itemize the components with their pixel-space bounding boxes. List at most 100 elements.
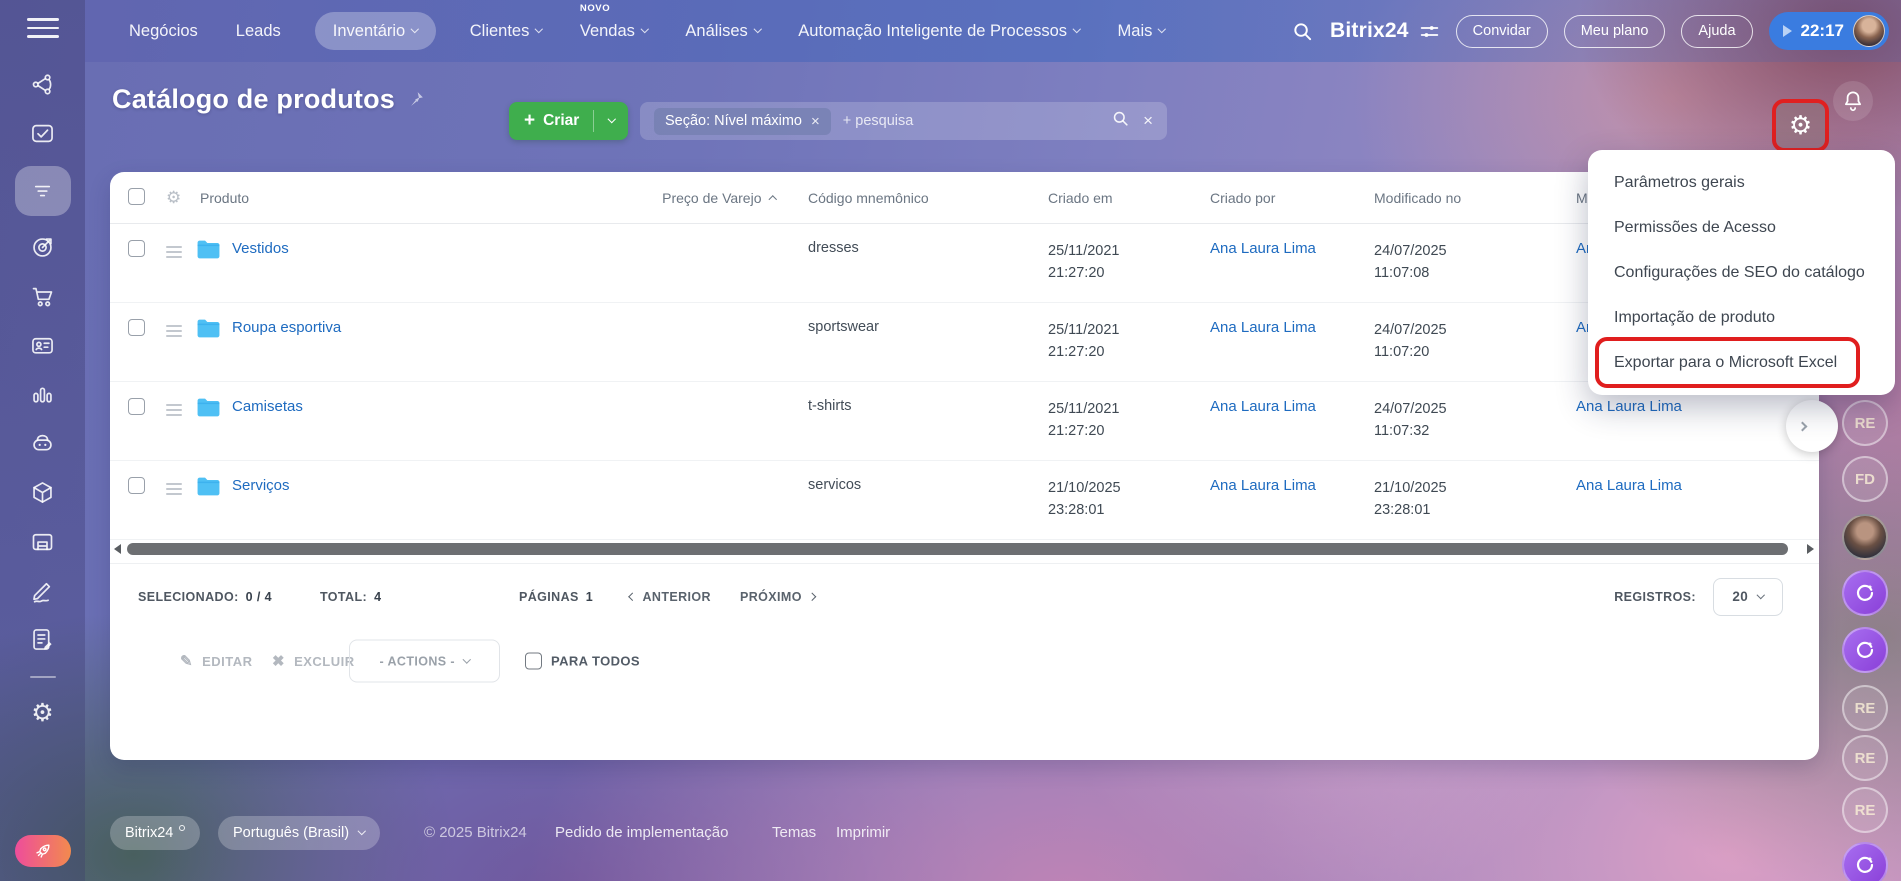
previous-page-button[interactable]: ANTERIOR	[630, 590, 711, 604]
product-link[interactable]: Roupa esportiva	[232, 319, 341, 336]
initials-avatar[interactable]: RE	[1842, 685, 1888, 731]
for-all-toggle[interactable]: PARA TODOS	[525, 653, 640, 670]
column-header-price[interactable]: Preço de Varejo	[562, 190, 775, 206]
create-button[interactable]: + Criar	[509, 102, 628, 140]
column-header-modified-at[interactable]: Modificado no	[1374, 190, 1576, 206]
drag-handle-icon[interactable]	[166, 382, 196, 460]
drag-handle-icon[interactable]	[166, 461, 196, 539]
invite-button[interactable]: Convidar	[1456, 15, 1548, 48]
pin-icon[interactable]	[407, 84, 426, 115]
themes-link[interactable]: Temas	[772, 824, 816, 841]
product-link[interactable]: Vestidos	[232, 240, 289, 257]
user-link[interactable]: Ana Laura Lima	[1210, 240, 1316, 257]
crm-funnel-icon[interactable]	[15, 166, 71, 216]
photo-avatar[interactable]	[1842, 514, 1888, 560]
records-select[interactable]: 20	[1713, 578, 1783, 616]
inventory-box-icon[interactable]	[26, 476, 60, 510]
nav-item-automa-o-inteligente-de-processos[interactable]: Automação Inteligente de Processos	[794, 12, 1083, 50]
network-icon[interactable]	[26, 68, 60, 102]
initials-avatar[interactable]: RE	[1842, 735, 1888, 781]
filter-clear-icon[interactable]: ×	[1143, 111, 1153, 131]
implementation-link[interactable]: Pedido de implementação	[555, 824, 728, 841]
sign-pencil-icon[interactable]	[26, 574, 60, 608]
column-header-created-at[interactable]: Criado em	[1048, 190, 1210, 206]
copilot-avatar[interactable]	[1842, 842, 1888, 881]
contact-card-icon[interactable]	[26, 329, 60, 363]
menu-item-configura-es-de-seo-do-cat-logo[interactable]: Configurações de SEO do catálogo	[1588, 250, 1895, 295]
initials-avatar[interactable]: RE	[1842, 400, 1888, 446]
row-checkbox[interactable]	[128, 240, 145, 257]
select-all-checkbox[interactable]	[128, 188, 145, 205]
ai-robot-icon[interactable]	[26, 427, 60, 461]
copilot-avatar[interactable]	[1842, 627, 1888, 673]
scroll-right-arrow[interactable]	[1807, 544, 1814, 554]
chip-remove-icon[interactable]: ×	[811, 113, 820, 130]
scroll-left-arrow[interactable]	[114, 544, 121, 554]
user-link[interactable]: Ana Laura Lima	[1576, 398, 1682, 415]
menu-item-par-metros-gerais[interactable]: Parâmetros gerais	[1588, 160, 1895, 205]
print-link[interactable]: Imprimir	[836, 824, 890, 841]
row-checkbox[interactable]	[128, 319, 145, 336]
modified-at-cell: 24/07/202511:07:20	[1374, 303, 1576, 381]
rocket-icon[interactable]	[15, 835, 71, 867]
analytics-bars-icon[interactable]	[26, 378, 60, 412]
nav-item-mais[interactable]: Mais	[1114, 12, 1169, 50]
language-selector[interactable]: Português (Brasil)	[218, 816, 380, 850]
product-link[interactable]: Camisetas	[232, 398, 303, 415]
for-all-checkbox[interactable]	[525, 653, 542, 670]
my-plan-button[interactable]: Meu plano	[1564, 15, 1666, 48]
next-page-button[interactable]: PRÓXIMO	[740, 590, 814, 604]
copilot-avatar[interactable]	[1842, 570, 1888, 616]
column-settings-gear-icon[interactable]: ⚙	[166, 188, 196, 208]
marketing-target-icon[interactable]	[26, 231, 60, 265]
user-link[interactable]: Ana Laura Lima	[1210, 477, 1316, 494]
footer-brand-badge[interactable]: Bitrix24	[110, 816, 200, 850]
product-link[interactable]: Serviços	[232, 477, 290, 494]
search-placeholder[interactable]: + pesquisa	[843, 113, 914, 129]
delete-button[interactable]: ✖ EXCLUIR	[272, 652, 355, 670]
menu-item-importa-o-de-produto[interactable]: Importação de produto	[1588, 295, 1895, 340]
hamburger-menu-icon[interactable]	[27, 18, 59, 38]
settings-gear-icon[interactable]: ⚙	[26, 697, 60, 731]
tasks-icon[interactable]	[26, 117, 60, 151]
nav-item-an-lises[interactable]: Análises	[681, 12, 764, 50]
initials-avatar[interactable]: RE	[1842, 787, 1888, 833]
column-header-code[interactable]: Código mnemônico	[775, 190, 1048, 206]
user-link[interactable]: Ana Laura Lima	[1576, 477, 1682, 494]
user-avatar[interactable]	[1853, 15, 1885, 47]
created-date: 25/11/2021	[1048, 319, 1210, 341]
nav-item-vendas[interactable]: NOVOVendas	[576, 12, 652, 50]
drag-handle-icon[interactable]	[166, 303, 196, 381]
expand-columns-button[interactable]	[1786, 400, 1838, 452]
equalizer-icon[interactable]	[1419, 21, 1440, 42]
row-checkbox[interactable]	[128, 398, 145, 415]
filter-search-bar[interactable]: Seção: Nível máximo × + pesquisa ×	[640, 102, 1167, 140]
user-link[interactable]: Ana Laura Lima	[1210, 319, 1316, 336]
row-checkbox[interactable]	[128, 477, 145, 494]
warehouse-icon[interactable]	[26, 525, 60, 559]
nav-item-neg-cios[interactable]: Negócios	[125, 12, 202, 50]
column-header-product[interactable]: Produto	[196, 190, 562, 206]
document-edit-icon[interactable]	[26, 623, 60, 657]
column-header-created-by[interactable]: Criado por	[1210, 190, 1374, 206]
menu-item-exportar-para-o-microsoft-excel[interactable]: Exportar para o Microsoft Excel	[1588, 340, 1895, 385]
create-dropdown-toggle[interactable]	[594, 120, 628, 122]
nav-item-leads[interactable]: Leads	[232, 12, 285, 50]
drag-handle-icon[interactable]	[166, 224, 196, 302]
search-icon[interactable]	[1291, 20, 1314, 43]
user-link[interactable]: Ana Laura Lima	[1210, 398, 1316, 415]
nav-item-invent-rio[interactable]: Inventário	[315, 12, 436, 50]
time-tracker[interactable]: 22:17	[1769, 12, 1889, 50]
nav-item-clientes[interactable]: Clientes	[466, 12, 546, 50]
horizontal-scrollbar[interactable]	[127, 543, 1788, 555]
menu-item-permiss-es-de-acesso[interactable]: Permissões de Acesso	[1588, 205, 1895, 250]
edit-button[interactable]: ✎ EDITAR	[180, 652, 253, 670]
initials-avatar[interactable]: FD	[1842, 456, 1888, 502]
cart-icon[interactable]	[26, 280, 60, 314]
filter-chip[interactable]: Seção: Nível máximo ×	[654, 108, 831, 135]
filter-search-icon[interactable]	[1111, 109, 1130, 133]
actions-dropdown[interactable]: - ACTIONS -	[349, 640, 500, 683]
help-button[interactable]: Ajuda	[1681, 15, 1752, 48]
catalog-settings-gear-button[interactable]: ⚙	[1772, 99, 1829, 152]
notifications-bell-icon[interactable]	[1833, 81, 1873, 121]
